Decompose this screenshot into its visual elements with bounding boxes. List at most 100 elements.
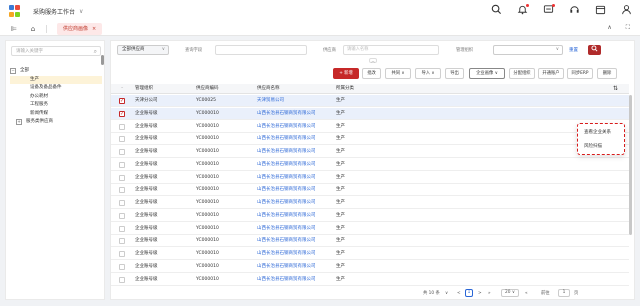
cell-name[interactable]: 山西长治县石钢商贸有限公司 [257, 159, 316, 171]
scrollbar[interactable] [101, 55, 104, 65]
table-row[interactable]: 企业账号级 YC000010 山西长治县石钢商贸有限公司 生产 [111, 159, 629, 171]
table-row[interactable]: 企业账号级 YC000010 山西长治县石钢商贸有限公司 生产 [111, 172, 629, 184]
column-header[interactable]: 管理组织 [135, 84, 153, 94]
tree-node[interactable]: 办公耗材 [10, 93, 102, 102]
table-row[interactable]: 企业账号级 YC000010 山西长治县石钢商贸有限公司 生产 [111, 248, 629, 260]
tree-node[interactable]: 生产 [10, 75, 102, 84]
table-row[interactable]: 企业账号级 YC000010 山西长治县石钢商贸有限公司 生产 [111, 261, 629, 273]
tab-supplier-profile[interactable]: 供应商画像 × [57, 22, 103, 35]
add-button[interactable]: + 新增 [333, 68, 359, 79]
row-checkbox[interactable]: ✓ [119, 98, 125, 104]
collapse-filters-icon[interactable]: ︿ [369, 58, 377, 63]
batch-edit-button[interactable]: 批改 [362, 68, 381, 79]
row-checkbox[interactable] [119, 123, 125, 130]
sidebar-toggle-icon[interactable]: ⊫ [9, 25, 19, 33]
cell-name[interactable]: 山西长治县石钢商贸有限公司 [257, 108, 316, 120]
user-icon[interactable] [620, 4, 632, 16]
cell-name[interactable]: 山西长治县石钢商贸有限公司 [257, 248, 316, 260]
tree-node[interactable]: 工程服务 [10, 101, 102, 110]
search-icon[interactable]: ⌕ [94, 47, 97, 56]
search-icon[interactable] [490, 4, 502, 16]
assign-org-button[interactable]: 分配组织 [509, 68, 535, 79]
table-row[interactable]: 企业账号级 YC000010 山西长治县石钢商贸有限公司 生产 [111, 223, 629, 235]
org-select[interactable]: ∨ [493, 45, 563, 55]
cell-name[interactable]: 山西长治县石钢商贸有限公司 [257, 133, 316, 145]
collapse-up-icon[interactable]: ∧ [607, 24, 611, 32]
tree-search-input[interactable]: 请输入关键字 ⌕ [11, 46, 101, 56]
tree-node-root[interactable]: − 全部 [10, 67, 102, 76]
open-account-button[interactable]: 开通账户 [538, 68, 564, 79]
cell-name[interactable]: 山西长治县石钢商贸有限公司 [257, 172, 316, 184]
row-checkbox[interactable] [119, 276, 125, 283]
row-checkbox[interactable] [119, 225, 125, 232]
table-row[interactable]: 企业账号级 YC000010 山西长治县石钢商贸有限公司 生产 [111, 133, 629, 146]
home-icon[interactable]: ⌂ [28, 25, 38, 33]
table-row[interactable]: 企业账号级 YC000010 山西长治县石钢商贸有限公司 生产 [111, 210, 629, 222]
import-button[interactable]: 导入 ∨ [415, 68, 441, 79]
row-checkbox[interactable] [119, 200, 125, 206]
fullscreen-icon[interactable]: ⛶ [626, 24, 630, 32]
cell-name[interactable]: 山西长治县石钢商贸有限公司 [257, 274, 316, 286]
cell-name[interactable]: 天津贸易公司 [257, 95, 284, 107]
cell-name[interactable]: 山西长治县石钢商贸有限公司 [257, 146, 316, 158]
column-header[interactable]: 供应商名称 [257, 84, 280, 94]
headset-icon[interactable] [568, 4, 580, 16]
search-button[interactable] [588, 45, 601, 55]
app-logo-icon[interactable] [9, 5, 21, 17]
row-checkbox[interactable] [119, 263, 125, 270]
last-page-button[interactable]: » [488, 290, 491, 297]
row-checkbox[interactable]: ✓ [119, 110, 125, 117]
tree-node[interactable]: 设备及备品备件 [10, 84, 102, 93]
select-all-checkbox[interactable]: – [121, 84, 123, 94]
cell-name[interactable]: 山西长治县石钢商贸有限公司 [257, 261, 316, 273]
row-checkbox[interactable] [119, 212, 125, 219]
more-icon[interactable]: « [525, 290, 528, 297]
cell-name[interactable]: 山西长治县石钢商贸有限公司 [257, 184, 316, 196]
tree-node[interactable]: + 服务类供应商 [10, 118, 102, 127]
cell-name[interactable]: 山西长治县石钢商贸有限公司 [257, 235, 316, 247]
table-row[interactable]: 企业账号级 YC000010 山西长治县石钢商贸有限公司 生产 [111, 235, 629, 248]
row-checkbox[interactable] [119, 161, 125, 168]
cell-name[interactable]: 山西长治县石钢商贸有限公司 [257, 223, 316, 235]
chevron-down-icon[interactable]: ∨ [445, 290, 448, 297]
row-checkbox[interactable] [119, 149, 125, 155]
prev-page-button[interactable]: < [457, 290, 461, 297]
table-row[interactable]: 企业账号级 YC000010 山西长治县石钢商贸有限公司 生产 [111, 274, 629, 286]
cell-name[interactable]: 山西长治县石钢商贸有限公司 [257, 197, 316, 209]
table-row[interactable]: 企业账号级 YC000010 山西长治县石钢商贸有限公司 生产 [111, 146, 629, 158]
chevron-down-icon[interactable]: ∨ [79, 8, 83, 15]
enterprise-view-button[interactable]: 企业画像 ∨ [469, 68, 505, 79]
tree-node[interactable]: 新闻传媒 [10, 110, 102, 119]
sync-erp-button[interactable]: 同步ERP [567, 68, 593, 79]
cell-name[interactable]: 山西长治县石钢商贸有限公司 [257, 210, 316, 222]
row-checkbox[interactable] [119, 174, 125, 181]
table-row[interactable]: 企业账号级 YC000010 山西长治县石钢商贸有限公司 生产 [111, 184, 629, 197]
cell-name[interactable]: 山西长治县石钢商贸有限公司 [257, 121, 316, 133]
column-settings-icon[interactable]: ⇅ [613, 84, 618, 94]
goto-page-input[interactable]: 1 [558, 289, 570, 297]
page-number-current[interactable]: 1 [465, 289, 473, 297]
workspace-title[interactable]: 采购服务工作台 [33, 7, 75, 16]
export-button[interactable]: 导出 [445, 68, 464, 79]
table-row[interactable]: ✓ 天津分公司 YC00025 天津贸易公司 生产 [111, 95, 629, 107]
page-size-select[interactable]: 20 ∨ [501, 289, 519, 297]
table-row[interactable]: 企业账号级 YC000010 山西长治县石钢商贸有限公司 生产 [111, 121, 629, 133]
share-button[interactable]: 共同 ∨ [385, 68, 411, 79]
menu-item-view-relations[interactable]: 查看企业关系 [584, 129, 611, 135]
column-header[interactable]: 所属分类 [336, 84, 354, 94]
column-header[interactable]: 供应商编码 [196, 84, 219, 94]
menu-item-risk-scan[interactable]: 风险扫描 [584, 143, 602, 149]
table-row[interactable]: 企业账号级 YC000010 山西长治县石钢商贸有限公司 生产 [111, 197, 629, 209]
delete-button[interactable]: 删除 [597, 68, 617, 79]
row-checkbox[interactable] [119, 251, 125, 257]
row-checkbox[interactable] [119, 187, 125, 194]
expand-toggle-icon[interactable]: + [16, 119, 22, 126]
row-checkbox[interactable] [119, 238, 125, 245]
scrollbar[interactable] [629, 95, 632, 235]
calendar-icon[interactable] [594, 4, 606, 16]
row-checkbox[interactable] [119, 136, 125, 143]
search-field-input[interactable] [215, 45, 307, 55]
notification-bell-icon[interactable] [516, 4, 529, 16]
close-icon[interactable]: × [92, 26, 96, 32]
table-row[interactable]: ✓ 企业账号级 YC000010 山西长治县石钢商贸有限公司 生产 [111, 107, 629, 120]
